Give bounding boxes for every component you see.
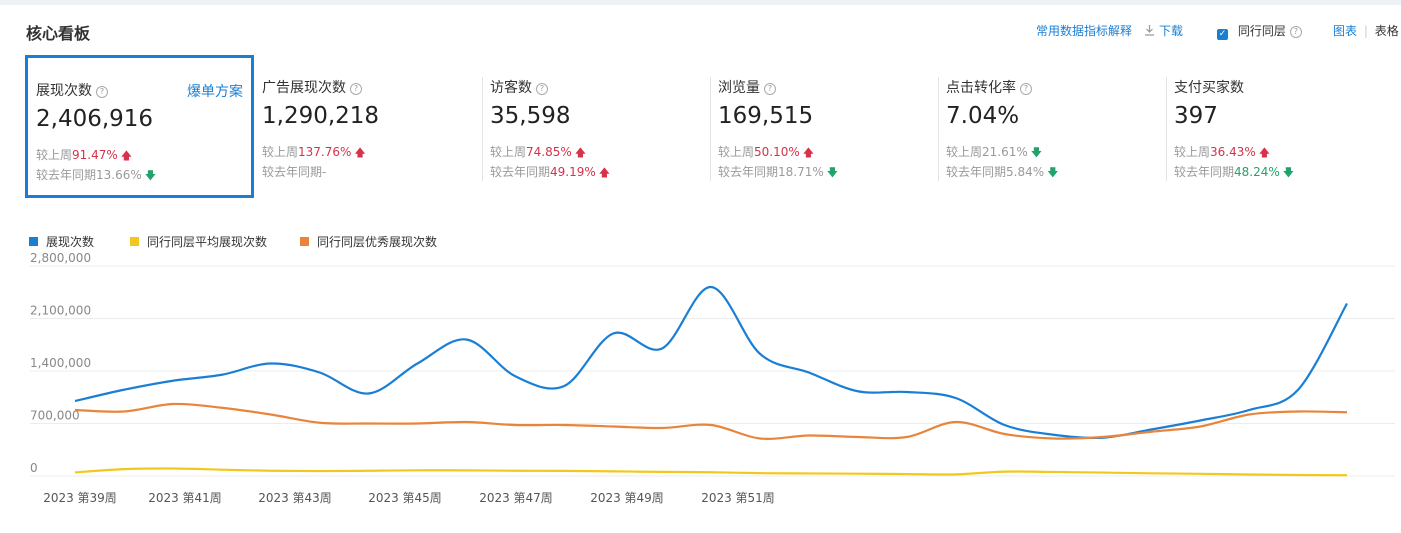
legend-item-peer-top[interactable]: 同行同层优秀展现次数 — [300, 234, 437, 250]
metric-card-yoy: 较去年同期49.19% 🡅 — [490, 165, 611, 179]
metric-card-value: 7.04% — [946, 103, 1020, 129]
metric-card-wow: 较上周50.10% 🡅 — [718, 145, 815, 159]
card-divider — [710, 77, 711, 181]
x-tick-label: 2023 第51周 — [701, 491, 775, 505]
chart-series — [74, 285, 1348, 477]
view-switch: 图表 | 表格 — [1333, 22, 1399, 40]
metric-card-yoy: 较去年同期5.84% 🡇 — [946, 165, 1059, 179]
x-tick-label: 2023 第41周 — [148, 491, 222, 505]
series-line-0[interactable] — [74, 285, 1348, 440]
metric-card-label: 浏览量? — [718, 77, 776, 97]
series-line-1[interactable] — [74, 467, 1348, 477]
metric-card-label: 展现次数? — [36, 80, 108, 100]
x-tick-label: 2023 第47周 — [479, 491, 553, 505]
help-circle-icon[interactable]: ? — [764, 83, 776, 95]
metric-help-link[interactable]: 常用数据指标解释 — [1036, 22, 1132, 40]
metric-card-yoy: 较去年同期13.66% 🡇 — [36, 168, 157, 182]
card-divider — [482, 77, 483, 181]
trend-line-chart: 0 700,000 1,400,000 2,100,000 2,800,000 2023… — [30, 251, 1395, 505]
legend-item-impressions[interactable]: 展现次数 — [29, 234, 94, 250]
metric-card-visitors[interactable]: 访客数? 35,598 较上周74.85% 🡅 较去年同期49.19% 🡅 — [482, 55, 710, 198]
y-tick-label: 0 — [30, 461, 38, 475]
arrow-down-icon: 🡇 — [1047, 166, 1059, 179]
metric-card-yoy: 较去年同期- — [262, 165, 327, 179]
y-axis: 0 700,000 1,400,000 2,100,000 2,800,000 — [30, 251, 91, 475]
help-circle-icon[interactable]: ? — [1289, 26, 1302, 38]
metric-card-label: 点击转化率? — [946, 77, 1032, 97]
boost-plan-link[interactable]: 爆单方案 — [187, 81, 243, 101]
help-circle-icon[interactable]: ? — [96, 86, 108, 98]
arrow-down-icon: 🡇 — [1282, 166, 1295, 179]
arrow-up-icon: 🡅 — [354, 146, 366, 159]
arrow-up-icon: 🡅 — [598, 166, 611, 179]
legend-swatch — [130, 237, 139, 246]
toolbar: 常用数据指标解释 下载 ✓ 同行同层? 图表 | 表格 — [1036, 22, 1401, 40]
x-axis: 2023 第39周 2023 第41周 2023 第43周 2023 第45周 2023… — [43, 491, 775, 505]
arrow-up-icon: 🡅 — [1258, 146, 1271, 159]
metric-card-impressions[interactable]: 展现次数? 爆单方案 2,406,916 较上周91.47% 🡅 较去年同期13.… — [25, 55, 254, 198]
arrow-down-icon: 🡇 — [1030, 146, 1043, 159]
arrow-down-icon: 🡇 — [826, 166, 839, 179]
metric-card-wow: 较上周21.61% 🡇 — [946, 145, 1043, 159]
metric-card-wow: 较上周74.85% 🡅 — [490, 145, 587, 159]
legend-swatch — [300, 237, 309, 246]
metric-card-paying-buyers[interactable]: 支付买家数 397 较上周36.43% 🡅 较去年同期48.24% 🡇 — [1166, 55, 1394, 198]
y-tick-label: 2,800,000 — [30, 251, 91, 265]
metric-card-label: 支付买家数 — [1174, 80, 1244, 96]
metric-card-yoy: 较去年同期48.24% 🡇 — [1174, 165, 1295, 179]
metric-help-label: 常用数据指标解释 — [1036, 24, 1133, 38]
x-tick-label: 2023 第43周 — [258, 491, 332, 505]
view-chart-tab[interactable]: 图表 — [1333, 24, 1357, 38]
x-tick-label: 2023 第39周 — [43, 491, 117, 505]
download-button[interactable]: 下载 — [1144, 22, 1183, 40]
arrow-down-icon: 🡇 — [144, 169, 157, 182]
peer-toggle-label: 同行同层 — [1237, 24, 1286, 38]
download-label: 下载 — [1159, 24, 1184, 38]
y-tick-label: 1,400,000 — [30, 356, 91, 370]
x-tick-label: 2023 第45周 — [368, 491, 442, 505]
metric-card-conversion-rate[interactable]: 点击转化率? 7.04% 较上周21.61% 🡇 较去年同期5.84% 🡇 — [938, 55, 1166, 198]
arrow-up-icon: 🡅 — [802, 146, 815, 159]
metric-card-value: 169,515 — [718, 103, 814, 129]
metric-card-wow: 较上周36.43% 🡅 — [1174, 145, 1271, 159]
metric-card-yoy: 较去年同期18.71% 🡇 — [718, 165, 839, 179]
view-table-tab[interactable]: 表格 — [1375, 24, 1399, 38]
view-separator: | — [1363, 24, 1368, 38]
card-divider — [1166, 77, 1167, 181]
help-circle-icon[interactable]: ? — [350, 83, 362, 95]
top-strip — [0, 0, 1401, 5]
page-title: 核心看板 — [26, 24, 91, 43]
arrow-up-icon: 🡅 — [574, 146, 587, 159]
peer-toggle[interactable]: ✓ 同行同层? — [1217, 22, 1302, 40]
metric-card-value: 397 — [1174, 103, 1218, 129]
metric-card-value: 2,406,916 — [36, 106, 154, 132]
download-icon — [1145, 25, 1154, 36]
metric-card-value: 35,598 — [490, 103, 571, 129]
metric-card-pageviews[interactable]: 浏览量? 169,515 较上周50.10% 🡅 较去年同期18.71% 🡇 — [710, 55, 938, 198]
metric-card-wow: 较上周91.47% 🡅 — [36, 148, 133, 162]
metric-card-value: 1,290,218 — [262, 103, 380, 129]
legend-item-peer-average[interactable]: 同行同层平均展现次数 — [130, 234, 267, 250]
help-circle-icon[interactable]: ? — [536, 83, 548, 95]
y-tick-label: 700,000 — [30, 409, 80, 423]
metric-card-ad-impressions[interactable]: 广告展现次数? 1,290,218 较上周137.76% 🡅 较去年同期- — [254, 55, 482, 198]
y-tick-label: 2,100,000 — [30, 304, 91, 318]
metric-card-label: 访客数? — [490, 77, 548, 97]
series-line-2[interactable] — [74, 402, 1348, 440]
card-divider — [938, 77, 939, 181]
help-circle-icon[interactable]: ? — [1020, 83, 1032, 95]
x-tick-label: 2023 第49周 — [590, 491, 664, 505]
metric-card-wow: 较上周137.76% 🡅 — [262, 145, 366, 159]
metric-card-label: 广告展现次数? — [262, 77, 362, 97]
legend-swatch — [29, 237, 38, 246]
arrow-up-icon: 🡅 — [120, 149, 133, 162]
checkbox-checked-icon[interactable]: ✓ — [1217, 29, 1228, 40]
metric-cards: 展现次数? 爆单方案 2,406,916 较上周91.47% 🡅 较去年同期13.… — [25, 55, 1401, 200]
